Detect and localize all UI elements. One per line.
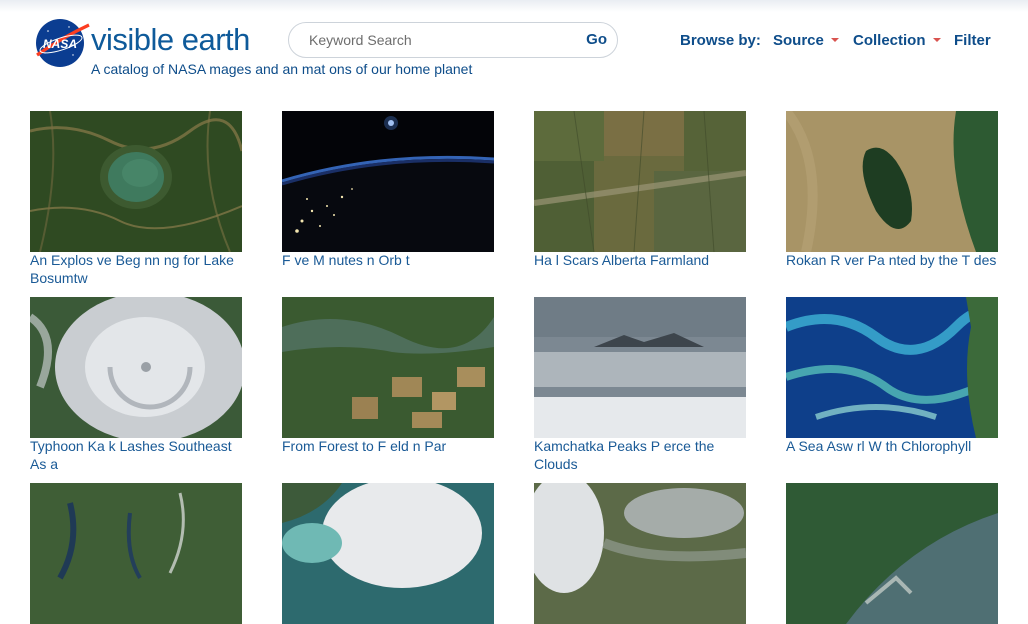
image-caption[interactable]: An Explos ve Beg nn ng for Lake Bosumtw — [30, 252, 242, 287]
search-box: Go — [288, 22, 618, 58]
thumbnail-image[interactable] — [282, 111, 494, 252]
source-label: Source — [773, 32, 824, 49]
gallery-card[interactable]: Rokan R ver Pa nted by the T des — [786, 111, 998, 270]
gallery-card[interactable] — [786, 483, 998, 624]
source-dropdown[interactable]: Source — [773, 32, 839, 49]
image-caption[interactable]: F ve M nutes n Orb t — [282, 252, 494, 270]
collection-dropdown[interactable]: Collection — [853, 32, 941, 49]
gallery-card[interactable]: F ve M nutes n Orb t — [282, 111, 494, 270]
image-caption[interactable]: Rokan R ver Pa nted by the T des — [786, 252, 998, 270]
collection-label: Collection — [853, 32, 926, 49]
thumbnail-image[interactable] — [534, 483, 746, 624]
gallery-card[interactable] — [534, 483, 746, 624]
gallery-card[interactable]: Ha l Scars Alberta Farmland — [534, 111, 746, 270]
search-input[interactable] — [309, 30, 559, 50]
gallery-card[interactable]: Typhoon Ka k Lashes Southeast As a — [30, 297, 242, 473]
thumbnail-image[interactable] — [30, 483, 242, 624]
image-caption[interactable]: A Sea Asw rl W th Chlorophyll — [786, 438, 998, 456]
thumbnail-image[interactable] — [282, 483, 494, 624]
gallery-card[interactable]: Kamchatka Peaks P erce the Clouds — [534, 297, 746, 473]
thumbnail-image[interactable] — [786, 111, 998, 252]
caret-down-icon — [830, 38, 839, 42]
image-caption[interactable]: From Forest to F eld n Par — [282, 438, 494, 456]
svg-text:NASA: NASA — [43, 37, 77, 51]
filter-link[interactable]: Filter — [954, 32, 991, 49]
thumbnail-image[interactable] — [786, 483, 998, 624]
gallery-card[interactable]: An Explos ve Beg nn ng for Lake Bosumtw — [30, 111, 242, 287]
thumbnail-image[interactable] — [534, 297, 746, 438]
header-shade — [0, 0, 1028, 12]
thumbnail-image[interactable] — [30, 297, 242, 438]
search-go-button[interactable]: Go — [586, 31, 607, 48]
image-caption[interactable]: Typhoon Ka k Lashes Southeast As a — [30, 438, 242, 473]
thumbnail-image[interactable] — [30, 111, 242, 252]
caret-down-icon — [932, 38, 941, 42]
browse-by-label: Browse by: — [680, 32, 761, 49]
nasa-logo-icon[interactable]: NASA — [33, 17, 91, 69]
site-title[interactable]: visible earth — [91, 20, 250, 60]
image-caption[interactable]: Kamchatka Peaks P erce the Clouds — [534, 438, 746, 473]
gallery-card[interactable] — [30, 483, 242, 624]
thumbnail-image[interactable] — [786, 297, 998, 438]
thumbnail-image[interactable] — [534, 111, 746, 252]
gallery-card[interactable]: From Forest to F eld n Par — [282, 297, 494, 456]
gallery-card[interactable] — [282, 483, 494, 624]
site-tagline: A catalog of NASA mages and an mat ons o… — [91, 61, 473, 77]
image-caption[interactable]: Ha l Scars Alberta Farmland — [534, 252, 746, 270]
thumbnail-image[interactable] — [282, 297, 494, 438]
gallery-card[interactable]: A Sea Asw rl W th Chlorophyll — [786, 297, 998, 456]
